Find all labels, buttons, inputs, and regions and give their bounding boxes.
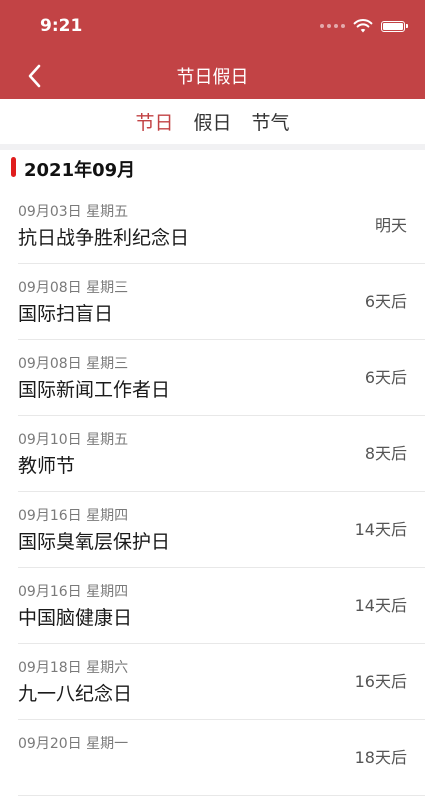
item-date: 09月03日 星期五 bbox=[18, 204, 129, 220]
item-countdown: 16天后 bbox=[354, 672, 407, 691]
item-name: 教师节 bbox=[18, 455, 76, 477]
item-name: 抗日战争胜利纪念日 bbox=[18, 227, 190, 249]
tab-bar: 节日 假日 节气 bbox=[0, 99, 425, 145]
tab-holidays[interactable]: 假日 bbox=[191, 108, 233, 135]
item-date: 09月20日 星期一 bbox=[18, 736, 129, 752]
status-icons bbox=[320, 18, 408, 34]
item-name: 九一八纪念日 bbox=[18, 683, 133, 705]
item-date: 09月18日 星期六 bbox=[18, 660, 129, 676]
app-header: 9:21 节日假日 bbox=[0, 0, 425, 99]
section-title: 2021年09月 bbox=[24, 160, 136, 181]
item-countdown: 18天后 bbox=[354, 748, 407, 767]
tab-solar-terms[interactable]: 节气 bbox=[250, 108, 292, 135]
item-date: 09月08日 星期三 bbox=[18, 280, 129, 296]
list-item[interactable]: 09月18日 星期六 九一八纪念日 16天后 bbox=[18, 644, 425, 720]
item-countdown: 14天后 bbox=[354, 520, 407, 539]
page-title: 节日假日 bbox=[176, 67, 249, 88]
item-date: 09月08日 星期三 bbox=[18, 356, 129, 372]
status-time: 9:21 bbox=[40, 16, 83, 36]
item-name: 国际扫盲日 bbox=[18, 303, 114, 325]
signal-dots-icon bbox=[320, 24, 345, 28]
festival-list: 09月03日 星期五 抗日战争胜利纪念日 明天 09月08日 星期三 国际扫盲日… bbox=[0, 188, 425, 796]
list-item[interactable]: 09月03日 星期五 抗日战争胜利纪念日 明天 bbox=[18, 188, 425, 264]
item-countdown: 6天后 bbox=[364, 368, 407, 387]
item-name: 国际臭氧层保护日 bbox=[18, 531, 171, 553]
item-date: 09月16日 星期四 bbox=[18, 508, 129, 524]
section-marker bbox=[11, 157, 16, 177]
item-name: 中国脑健康日 bbox=[18, 607, 133, 629]
list-item[interactable]: 09月16日 星期四 国际臭氧层保护日 14天后 bbox=[18, 492, 425, 568]
item-countdown: 6天后 bbox=[364, 292, 407, 311]
wifi-icon bbox=[353, 19, 373, 33]
item-date: 09月16日 星期四 bbox=[18, 584, 129, 600]
battery-icon bbox=[381, 20, 408, 32]
item-countdown: 14天后 bbox=[354, 596, 407, 615]
tab-festivals[interactable]: 节日 bbox=[133, 108, 175, 135]
list-item[interactable]: 09月08日 星期三 国际扫盲日 6天后 bbox=[18, 264, 425, 340]
list-item[interactable]: 09月08日 星期三 国际新闻工作者日 6天后 bbox=[18, 340, 425, 416]
list-item[interactable]: 09月10日 星期五 教师节 8天后 bbox=[18, 416, 425, 492]
item-countdown: 明天 bbox=[374, 216, 407, 235]
list-item[interactable]: 09月20日 星期一 18天后 bbox=[18, 720, 425, 796]
item-countdown: 8天后 bbox=[364, 444, 407, 463]
item-date: 09月10日 星期五 bbox=[18, 432, 129, 448]
item-name: 国际新闻工作者日 bbox=[18, 379, 171, 401]
list-item[interactable]: 09月16日 星期四 中国脑健康日 14天后 bbox=[18, 568, 425, 644]
